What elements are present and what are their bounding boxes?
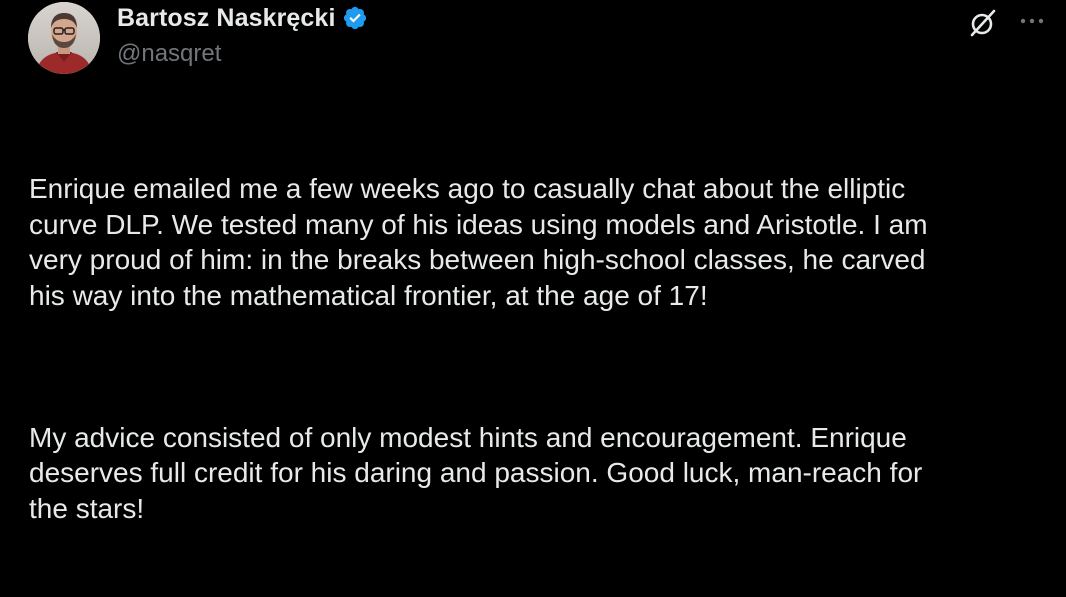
grok-icon[interactable] [966, 6, 1000, 40]
avatar-image [28, 2, 100, 74]
more-horizontal-icon[interactable] [1012, 4, 1052, 38]
author-block: Bartosz Naskręcki @nasqret [117, 2, 368, 68]
author-name-row: Bartosz Naskręcki [117, 2, 368, 34]
author-display-name[interactable]: Bartosz Naskręcki [117, 4, 336, 33]
author-handle[interactable]: @nasqret [117, 40, 368, 68]
avatar[interactable] [28, 2, 100, 74]
post-paragraph-2: My advice consisted of only modest hints… [29, 421, 923, 524]
post-text: Enrique emailed me a few weeks ago to ca… [29, 100, 1049, 597]
post-card: Bartosz Naskręcki @nasqret Enrique email… [0, 0, 1066, 524]
post-paragraph-1: Enrique emailed me a few weeks ago to ca… [29, 173, 928, 311]
verified-badge-icon[interactable] [342, 5, 368, 31]
